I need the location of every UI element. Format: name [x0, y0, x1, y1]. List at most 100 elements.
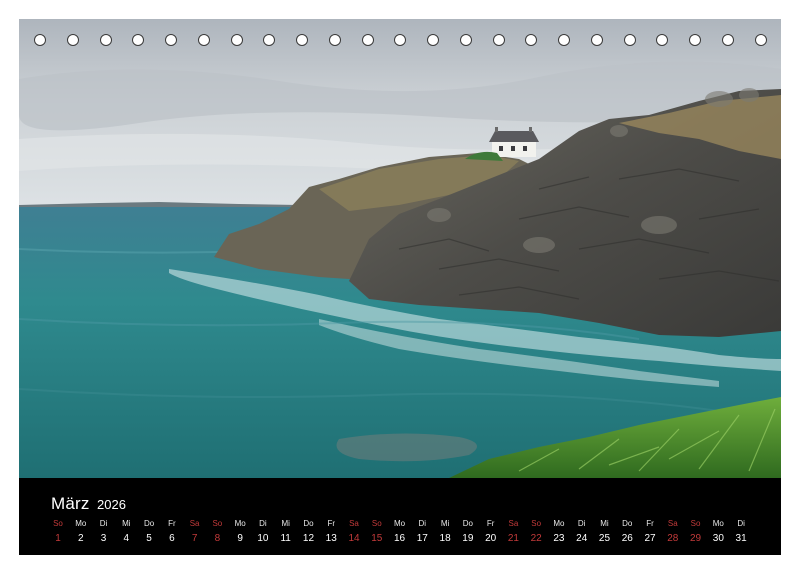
weekday-label: Mi	[600, 519, 609, 528]
calendar-day: Sa 21	[502, 518, 524, 546]
day-number: 1	[55, 533, 61, 544]
calendar-day: Mo 9	[229, 518, 251, 546]
binding-ring	[165, 34, 177, 46]
day-number: 26	[621, 533, 633, 544]
weekday-label: Do	[462, 519, 473, 528]
calendar-day: Do 19	[457, 518, 479, 546]
calendar-day: Di 3	[93, 518, 115, 546]
day-number: 6	[169, 533, 175, 544]
day-number: 21	[507, 533, 519, 544]
weekday-label: Mo	[393, 519, 406, 528]
calendar-day: Mo 30	[707, 518, 729, 546]
day-number: 22	[530, 533, 542, 544]
calendar-day: Fr 13	[320, 518, 342, 546]
weekday-label: Sa	[667, 519, 678, 528]
binding-ring	[66, 34, 79, 46]
day-number: 16	[393, 533, 406, 544]
binding-rings	[19, 34, 781, 50]
day-number: 27	[644, 533, 656, 544]
day-number: 13	[325, 533, 337, 544]
weekday-label: Fr	[646, 519, 654, 528]
binding-ring	[328, 34, 341, 46]
day-number: 10	[257, 533, 269, 544]
calendar-day: So 8	[206, 518, 228, 546]
calendar-day: Mi 25	[593, 518, 615, 546]
landscape-photo	[19, 19, 781, 478]
weekday-label: So	[53, 519, 63, 528]
weekday-label: Di	[737, 519, 745, 528]
day-number: 3	[100, 533, 107, 544]
binding-ring	[263, 34, 276, 46]
binding-ring	[525, 34, 538, 46]
binding-ring	[689, 34, 701, 46]
calendar-day: Do 26	[616, 518, 638, 546]
calendar-bar: März 2026 So 1 Mo 2 Di 3 Mi 4 Do 5 Fr 6 Sa 7 So 8 Mo 9 Di 1…	[19, 478, 781, 555]
weekday-label: Mo	[553, 519, 565, 528]
day-number: 14	[348, 533, 360, 544]
weekday-label: Fr	[168, 519, 176, 528]
calendar-day: Mo 23	[548, 518, 570, 546]
calendar-day: Do 12	[297, 518, 319, 546]
weekday-label: Mo	[75, 519, 87, 528]
day-number: 15	[371, 533, 383, 544]
binding-ring	[296, 34, 308, 46]
day-number: 17	[416, 533, 428, 544]
day-number: 28	[667, 533, 679, 544]
calendar-day: Sa 28	[662, 518, 684, 546]
calendar-day: Sa 7	[184, 518, 206, 546]
calendar-day: Fr 20	[480, 518, 502, 546]
day-number: 8	[214, 533, 221, 544]
year-label: 2026	[97, 497, 126, 512]
calendar-day: Di 24	[571, 518, 593, 546]
weekday-label: Fr	[486, 519, 495, 528]
binding-ring	[754, 34, 767, 46]
weekday-label: So	[371, 519, 382, 528]
binding-ring	[132, 34, 145, 46]
day-number: 7	[191, 533, 198, 544]
day-number: 23	[553, 533, 565, 544]
white-house	[489, 127, 539, 157]
calendar-day: So 29	[685, 518, 707, 546]
binding-ring	[656, 34, 669, 46]
weekday-label: Fr	[327, 519, 336, 528]
calendar-day: Fr 27	[639, 518, 661, 546]
binding-ring	[361, 34, 374, 46]
calendar-day: So 22	[525, 518, 547, 546]
weekday-label: Sa	[349, 519, 359, 528]
day-number: 9	[237, 533, 243, 544]
day-number: 20	[485, 533, 497, 544]
binding-ring	[590, 34, 603, 46]
weekday-label: Do	[622, 519, 633, 528]
day-number: 12	[302, 533, 315, 544]
binding-ring	[459, 34, 472, 46]
calendar-day: Sa 14	[343, 518, 365, 546]
day-number: 2	[77, 533, 84, 544]
weekday-label: Mi	[122, 519, 131, 528]
day-number: 25	[598, 533, 611, 544]
calendar-day: Do 5	[138, 518, 160, 546]
binding-ring	[623, 34, 636, 46]
weekday-label: Sa	[189, 519, 200, 528]
weekday-label: So	[690, 519, 701, 528]
weekday-label: So	[531, 519, 542, 528]
binding-ring	[394, 34, 407, 46]
weekday-label: Sa	[508, 519, 519, 528]
calendar-day: Di 10	[252, 518, 274, 546]
weekday-label: Di	[418, 519, 427, 528]
binding-ring	[230, 34, 243, 46]
binding-ring	[721, 34, 734, 46]
weekday-label: Mo	[712, 519, 724, 528]
calendar-page: März 2026 So 1 Mo 2 Di 3 Mi 4 Do 5 Fr 6 Sa 7 So 8 Mo 9 Di 1…	[0, 0, 800, 575]
calendar-day: Mo 2	[70, 518, 92, 546]
day-number: 18	[439, 533, 451, 544]
calendar-day: So 15	[366, 518, 388, 546]
weekday-label: Di	[99, 519, 108, 528]
calendar-days: So 1 Mo 2 Di 3 Mi 4 Do 5 Fr 6 Sa 7 So 8 Mo 9 Di 10 Mi 11 Do 12 F…	[47, 518, 753, 548]
day-number: 19	[462, 533, 474, 544]
day-number: 24	[576, 533, 588, 544]
submerged-rock	[336, 433, 477, 462]
weekday-label: Do	[303, 519, 314, 528]
binding-ring	[492, 34, 505, 46]
weekday-label: Di	[577, 519, 586, 528]
weekday-label: Mi	[281, 519, 290, 528]
